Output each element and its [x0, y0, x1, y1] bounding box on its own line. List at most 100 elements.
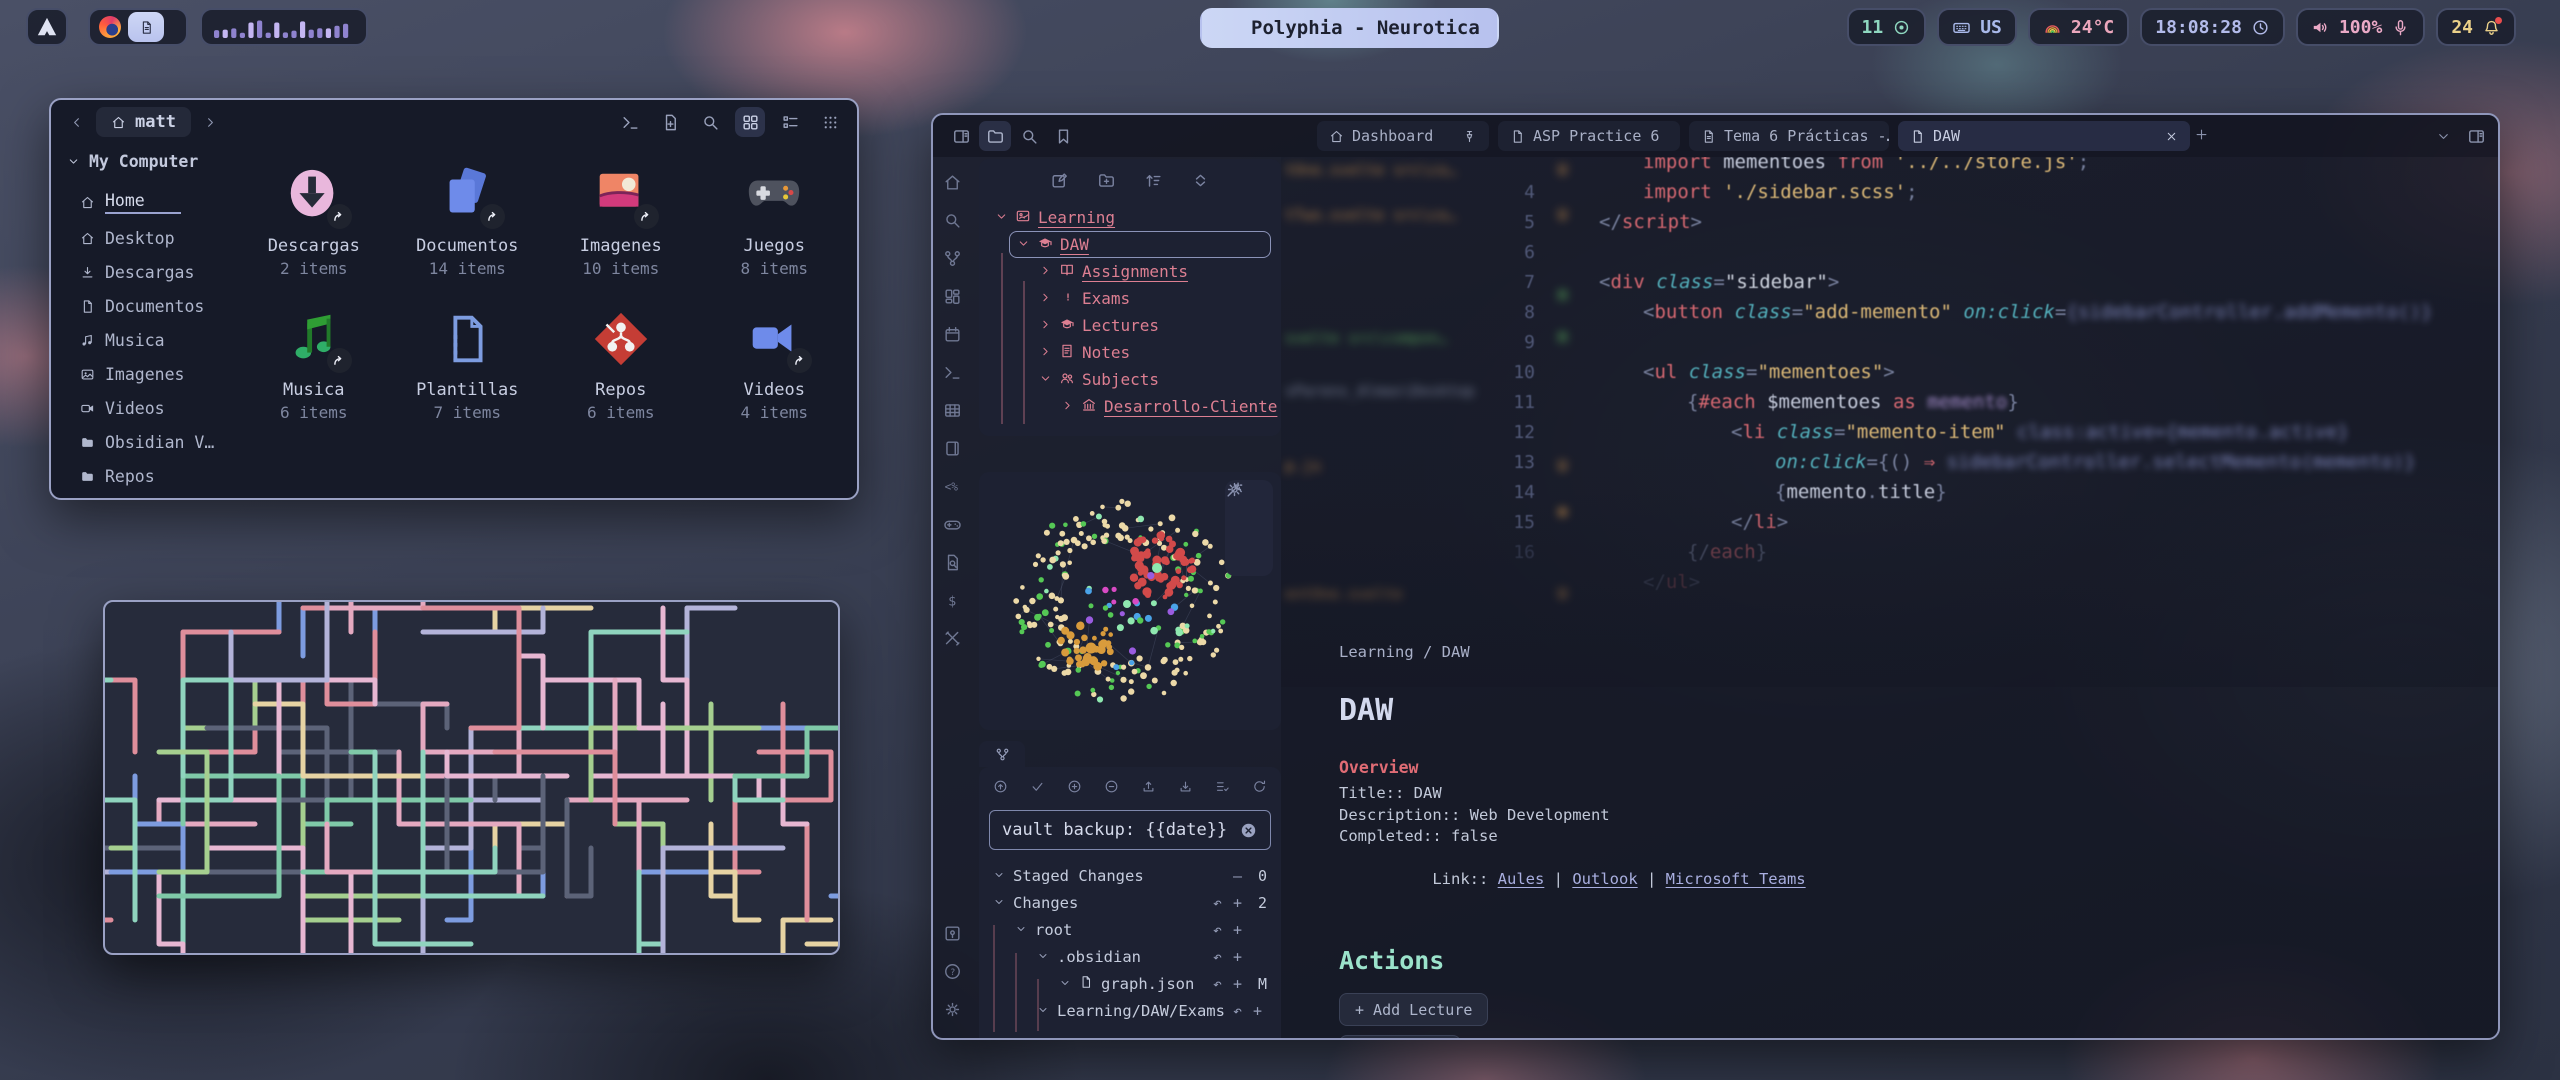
weather-widget[interactable]: 24°C [2028, 8, 2129, 46]
new-file-button[interactable] [655, 107, 685, 137]
chevron-icon[interactable] [1061, 397, 1074, 416]
pull-button[interactable] [1178, 779, 1193, 798]
change-layout-button[interactable] [1215, 779, 1230, 798]
refresh-button[interactable] [1252, 779, 1267, 798]
chevron-icon[interactable] [1017, 235, 1030, 254]
sidebar-item[interactable]: Descargas [67, 255, 231, 289]
chevron-icon[interactable] [1039, 370, 1052, 389]
external-link[interactable]: Aules [1498, 870, 1545, 888]
git-panel-tab[interactable] [979, 741, 1025, 767]
notifications-widget[interactable]: 24 [2436, 8, 2516, 46]
bookmarks-button[interactable] [1047, 121, 1079, 151]
commit-message-input[interactable]: vault backup: {{date}} [989, 810, 1271, 850]
tools-ribbon[interactable] [936, 619, 968, 657]
search-button[interactable] [695, 107, 725, 137]
editor-tab[interactable]: Tema 6 Prácticas -… [1689, 121, 1889, 151]
chevron-icon[interactable] [1015, 921, 1027, 939]
new-tab-button[interactable] [2194, 127, 2209, 146]
sidebar-item[interactable]: Documentos [67, 289, 231, 323]
commit-and-sync-button[interactable] [993, 779, 1008, 798]
sidebar-root-my-computer[interactable]: My Computer [67, 152, 231, 171]
graph-ribbon[interactable] [936, 239, 968, 277]
git-tree-row[interactable]: Learning/DAW/Exams ↶ + [989, 997, 1271, 1024]
action-button[interactable]: + Add Lecture [1339, 993, 1488, 1026]
settings-button[interactable] [936, 990, 968, 1028]
file-tree-item[interactable]: Learning [985, 204, 1275, 231]
note-breadcrumb[interactable]: Learning / DAW [1339, 643, 2159, 661]
commit-button[interactable] [1030, 779, 1045, 798]
search-tab-button[interactable] [1013, 121, 1045, 151]
chevron-icon[interactable] [1059, 975, 1071, 993]
chevron-icon[interactable] [1039, 262, 1052, 281]
sidebar-item[interactable]: Juegos [67, 493, 231, 500]
folder-item[interactable]: Musica 6 items [237, 308, 391, 422]
keyboard-layout-widget[interactable]: US [1937, 8, 2017, 46]
chevron-icon[interactable] [993, 894, 1005, 912]
folder-item[interactable]: Videos 4 items [698, 308, 852, 422]
file-tree-item[interactable]: Subjects [985, 366, 1275, 393]
collapse-all-button[interactable] [1191, 171, 1210, 194]
calendar-ribbon[interactable] [936, 315, 968, 353]
sidebar-item[interactable]: Imagenes [67, 357, 231, 391]
files-button[interactable] [979, 121, 1011, 151]
vault-switcher-button[interactable] [936, 914, 968, 952]
templater-ribbon[interactable] [936, 467, 968, 505]
editor-tab[interactable]: Dashboard [1317, 121, 1489, 151]
row-actions[interactable]: ↶ + [1213, 948, 1249, 966]
media-player-widget[interactable]: Polyphia - Neurotica [1200, 8, 1499, 48]
file-tree-item[interactable]: Assignments [985, 258, 1275, 285]
toggle-right-sidebar-icon[interactable] [2467, 127, 2486, 146]
sidebar-item[interactable]: Repos [67, 459, 231, 493]
folder-item[interactable]: Juegos 8 items [698, 164, 852, 278]
open-terminal-button[interactable] [615, 107, 645, 137]
search-ribbon[interactable] [936, 201, 968, 239]
row-actions[interactable]: ↶ + [1213, 921, 1249, 939]
chevron-icon[interactable] [1039, 316, 1052, 335]
tab-list-chevron-icon[interactable] [2436, 129, 2451, 144]
toggle-left-sidebar-button[interactable] [945, 121, 977, 151]
workspaces-widget[interactable]: 11 [1847, 8, 1927, 46]
sidebar-item[interactable]: Obsidian V… [67, 425, 231, 459]
help-button[interactable] [936, 952, 968, 990]
row-actions[interactable]: ↶ + [1213, 975, 1249, 993]
chevron-icon[interactable] [1039, 343, 1052, 362]
canvas-ribbon[interactable] [936, 277, 968, 315]
graph-filter-wand-icon[interactable] [1225, 480, 1244, 499]
list-view-button[interactable] [775, 107, 805, 137]
editor-tab[interactable]: DAW [1898, 121, 2190, 151]
new-folder-button[interactable] [1097, 171, 1116, 194]
volume-widget[interactable]: 100% [2296, 8, 2425, 46]
chevron-icon[interactable] [1037, 1002, 1049, 1020]
sidebar-item[interactable]: Desktop [67, 221, 231, 255]
action-button[interactable]: + Add Note [1339, 1035, 1461, 1038]
clock-widget[interactable]: 18:08:28 [2140, 8, 2285, 46]
chevron-icon[interactable] [995, 208, 1008, 227]
app-launcher-button[interactable] [26, 8, 68, 46]
file-search-ribbon[interactable] [936, 543, 968, 581]
row-actions[interactable]: ↶ + [1213, 894, 1249, 912]
close-tab-icon[interactable] [2165, 130, 2178, 143]
sidebar-item[interactable]: Musica [67, 323, 231, 357]
finance-ribbon[interactable] [936, 581, 968, 619]
row-actions[interactable]: ↶ + [1233, 1002, 1269, 1020]
file-tree-item[interactable]: DAW [985, 231, 1275, 258]
terminal-ribbon[interactable] [936, 353, 968, 391]
unstage-all-button[interactable] [1104, 779, 1119, 798]
row-actions[interactable]: — [1233, 867, 1249, 885]
folder-item[interactable]: Imagenes 10 items [544, 164, 698, 278]
folder-item[interactable]: Descargas 2 items [237, 164, 391, 278]
sidebar-item[interactable]: Videos [67, 391, 231, 425]
editor-pane[interactable]: tOne.svelte src\co… U tTwo.svelte src\co… [1281, 157, 2498, 1038]
compact-view-button[interactable] [815, 107, 845, 137]
folder-item[interactable]: Documentos 14 items [391, 164, 545, 278]
games-ribbon[interactable] [936, 505, 968, 543]
new-note-button[interactable] [1050, 171, 1069, 194]
push-button[interactable] [1141, 779, 1156, 798]
folder-item[interactable]: Repos 6 items [544, 308, 698, 422]
chevron-icon[interactable] [1037, 948, 1049, 966]
editor-tab[interactable]: ASP Practice 6 [1498, 121, 1680, 151]
sort-order-button[interactable] [1144, 171, 1163, 194]
git-tree-row[interactable]: Changes ↶ + 2 [989, 889, 1271, 916]
file-tree-item[interactable]: Lectures [985, 312, 1275, 339]
file-tree-item[interactable]: Desarrollo-Cliente [985, 393, 1275, 420]
